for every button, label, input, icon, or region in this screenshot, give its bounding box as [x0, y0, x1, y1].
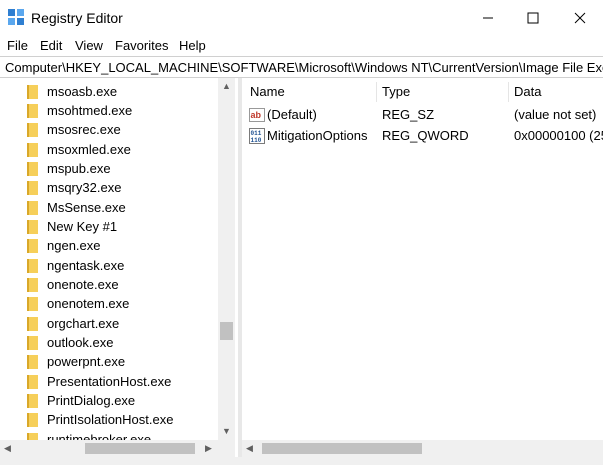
column-divider[interactable]	[376, 82, 377, 102]
folder-icon	[27, 412, 38, 427]
values-list: Name Type Data ab (Default) REG_SZ (valu…	[242, 78, 603, 462]
folder-icon	[27, 142, 38, 157]
tree-item[interactable]: ngentask.exe	[27, 256, 124, 275]
folder-icon	[27, 316, 38, 331]
tree-item[interactable]: msosrec.exe	[27, 120, 121, 139]
folder-icon	[27, 258, 38, 273]
address-path: Computer\HKEY_LOCAL_MACHINE\SOFTWARE\Mic…	[5, 60, 603, 75]
scrollbar-corner	[218, 440, 235, 457]
tree-item[interactable]: outlook.exe	[27, 333, 114, 352]
folder-icon	[27, 180, 38, 195]
close-button[interactable]	[557, 0, 603, 36]
tree-item[interactable]: MsSense.exe	[27, 198, 126, 217]
value-row[interactable]: ab (Default) REG_SZ (value not set)	[242, 105, 603, 125]
key-tree: msoasb.exe msohtmed.exe msosrec.exe msox…	[0, 78, 238, 462]
folder-icon	[27, 161, 38, 176]
folder-icon	[27, 238, 38, 253]
string-value-icon: ab	[249, 108, 265, 122]
tree-item[interactable]: onenote.exe	[27, 275, 119, 294]
svg-text:011: 011	[251, 130, 262, 137]
tree-vertical-scroll-thumb[interactable]	[220, 322, 233, 340]
tree-item[interactable]: PrintDialog.exe	[27, 391, 135, 410]
value-type: REG_QWORD	[382, 128, 469, 143]
window-title: Registry Editor	[31, 10, 123, 26]
minimize-button[interactable]	[465, 0, 511, 36]
folder-icon	[27, 84, 38, 99]
maximize-icon	[527, 12, 539, 24]
binary-value-icon: 011 110	[249, 128, 265, 144]
tree-item[interactable]: orgchart.exe	[27, 314, 119, 333]
menu-bar: File Edit View Favorites Help	[0, 36, 603, 56]
value-name: MitigationOptions	[267, 128, 368, 143]
value-data: 0x00000100 (25	[514, 128, 603, 143]
menu-file[interactable]: File	[7, 38, 28, 53]
menu-favorites[interactable]: Favorites	[115, 38, 168, 53]
status-bar	[0, 457, 603, 465]
scroll-left-icon[interactable]: ◀	[246, 443, 253, 454]
value-type: REG_SZ	[382, 107, 435, 122]
title-bar: Registry Editor	[0, 0, 603, 36]
folder-icon	[27, 219, 38, 234]
menu-help[interactable]: Help	[179, 38, 206, 53]
folder-icon	[27, 103, 38, 118]
tree-horizontal-scroll-thumb[interactable]	[85, 443, 195, 454]
scroll-up-icon[interactable]: ▲	[222, 81, 231, 91]
folder-icon	[27, 122, 38, 137]
svg-text:ab: ab	[251, 110, 262, 120]
tree-item[interactable]: powerpnt.exe	[27, 352, 125, 371]
scroll-right-icon[interactable]: ▶	[205, 443, 212, 454]
tree-item[interactable]: PrintIsolationHost.exe	[27, 410, 173, 429]
value-data: (value not set)	[514, 107, 597, 122]
maximize-button[interactable]	[510, 0, 556, 36]
column-divider[interactable]	[508, 82, 509, 102]
tree-item[interactable]: New Key #1	[27, 217, 117, 236]
folder-icon	[27, 393, 38, 408]
tree-vertical-scrollbar[interactable]: ▲ ▼	[218, 78, 235, 440]
tree-item[interactable]: msohtmed.exe	[27, 101, 132, 120]
tree-item[interactable]: PresentationHost.exe	[27, 372, 171, 391]
folder-icon	[27, 277, 38, 292]
tree-item[interactable]: mspub.exe	[27, 159, 111, 178]
folder-icon	[27, 335, 38, 350]
tree-item[interactable]: msoasb.exe	[27, 82, 117, 101]
close-icon	[574, 12, 586, 24]
folder-icon	[27, 374, 38, 389]
scroll-left-icon[interactable]: ◀	[4, 443, 11, 454]
tree-item[interactable]: ngen.exe	[27, 236, 101, 255]
registry-editor-app-icon	[8, 9, 24, 25]
minimize-icon	[483, 17, 493, 19]
value-name: (Default)	[267, 107, 317, 122]
value-row[interactable]: 011 110 MitigationOptions REG_QWORD 0x00…	[242, 126, 603, 146]
svg-text:110: 110	[251, 137, 262, 144]
values-horizontal-scroll-thumb[interactable]	[262, 443, 422, 454]
menu-edit[interactable]: Edit	[40, 38, 62, 53]
tree-item[interactable]: onenotem.exe	[27, 294, 129, 313]
column-header-name[interactable]: Name	[250, 84, 285, 99]
column-header-data[interactable]: Data	[514, 84, 541, 99]
folder-icon	[27, 354, 38, 369]
menu-view[interactable]: View	[75, 38, 103, 53]
address-bar[interactable]: Computer\HKEY_LOCAL_MACHINE\SOFTWARE\Mic…	[0, 56, 603, 78]
tree-item[interactable]: msoxmled.exe	[27, 140, 131, 159]
column-header-type[interactable]: Type	[382, 84, 410, 99]
scroll-down-icon[interactable]: ▼	[222, 426, 231, 436]
tree-item[interactable]: msqry32.exe	[27, 178, 121, 197]
folder-icon	[27, 296, 38, 311]
folder-icon	[27, 200, 38, 215]
